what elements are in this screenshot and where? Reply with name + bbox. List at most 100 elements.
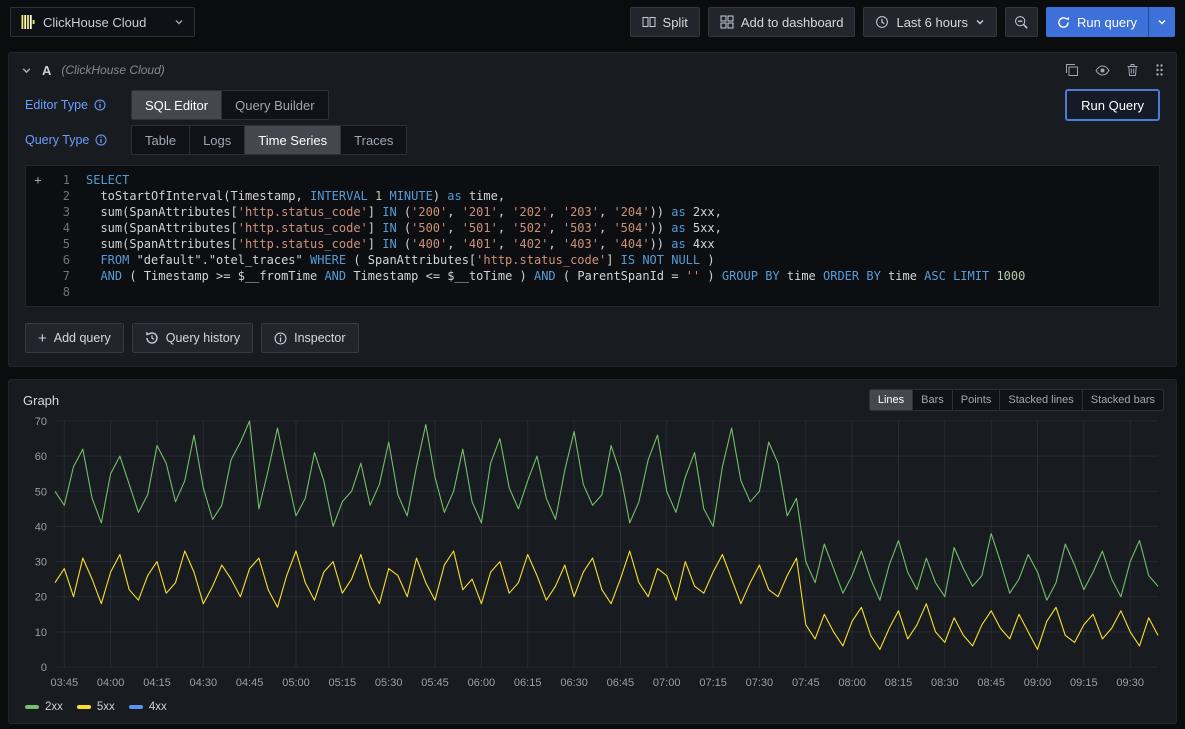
svg-text:04:45: 04:45 bbox=[236, 677, 264, 689]
editor-type-option-query-builder[interactable]: Query Builder bbox=[222, 91, 327, 119]
sql-line-8[interactable]: 8 bbox=[26, 284, 1159, 300]
sql-line-2[interactable]: 2 toStartOfInterval(Timestamp, INTERVAL … bbox=[26, 188, 1159, 204]
line-number: 3 bbox=[50, 204, 70, 220]
gutter bbox=[26, 252, 50, 268]
query-history-button[interactable]: Query history bbox=[132, 323, 253, 353]
graph-mode-bars[interactable]: Bars bbox=[913, 390, 953, 410]
split-label: Split bbox=[663, 15, 688, 30]
inspector-button[interactable]: Inspector bbox=[261, 323, 358, 353]
svg-text:60: 60 bbox=[35, 451, 47, 463]
query-ref-id: A bbox=[42, 63, 51, 78]
svg-text:03:45: 03:45 bbox=[51, 677, 79, 689]
svg-text:08:15: 08:15 bbox=[885, 677, 913, 689]
line-number: 2 bbox=[50, 188, 70, 204]
svg-text:07:15: 07:15 bbox=[699, 677, 727, 689]
chevron-down-icon bbox=[174, 17, 184, 27]
query-actions-row: +Add query Query history Inspector bbox=[9, 307, 1176, 366]
graph-mode-lines[interactable]: Lines bbox=[870, 390, 913, 410]
gutter-plus-icon[interactable]: + bbox=[26, 172, 50, 188]
editor-type-toggle: SQL EditorQuery Builder bbox=[131, 90, 329, 120]
svg-text:04:00: 04:00 bbox=[97, 677, 125, 689]
svg-text:50: 50 bbox=[35, 486, 47, 498]
graph-mode-stacked-lines[interactable]: Stacked lines bbox=[1000, 390, 1082, 410]
svg-text:09:15: 09:15 bbox=[1070, 677, 1098, 689]
add-query-button[interactable]: +Add query bbox=[25, 323, 124, 353]
sql-code-text: AND ( Timestamp >= $__fromTime AND Times… bbox=[86, 268, 1025, 284]
query-type-option-table[interactable]: Table bbox=[132, 126, 190, 154]
zoom-out-button[interactable] bbox=[1005, 7, 1038, 37]
editor-type-row: Editor Type SQL EditorQuery Builder Run … bbox=[9, 87, 1176, 123]
svg-text:70: 70 bbox=[35, 416, 47, 428]
gutter bbox=[26, 220, 50, 236]
add-to-dashboard-button[interactable]: Add to dashboard bbox=[708, 7, 856, 37]
datasource-name: ClickHouse Cloud bbox=[43, 15, 146, 30]
sql-line-4[interactable]: 4 sum(SpanAttributes['http.status_code']… bbox=[26, 220, 1159, 236]
legend-swatch bbox=[77, 705, 91, 709]
drag-handle-icon[interactable] bbox=[1155, 63, 1164, 77]
top-toolbar: ClickHouse Cloud Split Add to dashboard … bbox=[0, 0, 1185, 44]
sql-code-editor[interactable]: +1SELECT2 toStartOfInterval(Timestamp, I… bbox=[25, 165, 1160, 307]
legend-item-2xx[interactable]: 2xx bbox=[25, 701, 63, 713]
line-number: 4 bbox=[50, 220, 70, 236]
sql-line-1[interactable]: +1SELECT bbox=[26, 172, 1159, 188]
svg-text:08:30: 08:30 bbox=[931, 677, 959, 689]
legend-label: 5xx bbox=[97, 701, 115, 713]
time-range-picker[interactable]: Last 6 hours bbox=[863, 7, 997, 37]
line-number: 6 bbox=[50, 252, 70, 268]
duplicate-query-icon[interactable] bbox=[1065, 63, 1079, 77]
legend-swatch bbox=[129, 705, 143, 709]
query-row-header: A (ClickHouse Cloud) bbox=[9, 53, 1176, 87]
time-series-chart[interactable]: 01020304050607003:4504:0004:1504:3004:45… bbox=[21, 413, 1166, 699]
sql-line-3[interactable]: 3 sum(SpanAttributes['http.status_code']… bbox=[26, 204, 1159, 220]
run-query-main[interactable]: Run query bbox=[1046, 7, 1148, 37]
run-query-caret[interactable] bbox=[1148, 7, 1175, 37]
collapse-chevron-icon[interactable] bbox=[21, 65, 32, 76]
legend-item-5xx[interactable]: 5xx bbox=[77, 701, 115, 713]
clock-icon bbox=[875, 15, 889, 29]
editor-type-option-sql-editor[interactable]: SQL Editor bbox=[132, 91, 222, 119]
gutter bbox=[26, 236, 50, 252]
legend-label: 2xx bbox=[45, 701, 63, 713]
sql-line-6[interactable]: 6 FROM "default"."otel_traces" WHERE ( S… bbox=[26, 252, 1159, 268]
graph-mode-toggle: LinesBarsPointsStacked linesStacked bars bbox=[869, 389, 1164, 411]
graph-mode-stacked-bars[interactable]: Stacked bars bbox=[1083, 390, 1163, 410]
info-icon[interactable] bbox=[94, 99, 106, 111]
zoom-out-icon bbox=[1014, 15, 1029, 30]
svg-text:06:15: 06:15 bbox=[514, 677, 542, 689]
hide-query-eye-icon[interactable] bbox=[1095, 63, 1110, 78]
sql-code-text: FROM "default"."otel_traces" WHERE ( Spa… bbox=[86, 252, 715, 268]
sql-line-7[interactable]: 7 AND ( Timestamp >= $__fromTime AND Tim… bbox=[26, 268, 1159, 284]
panel-run-query-button[interactable]: Run Query bbox=[1065, 89, 1160, 121]
svg-text:05:45: 05:45 bbox=[421, 677, 449, 689]
svg-text:07:30: 07:30 bbox=[746, 677, 774, 689]
legend-item-4xx[interactable]: 4xx bbox=[129, 701, 167, 713]
svg-text:20: 20 bbox=[35, 592, 47, 604]
query-type-toggle: TableLogsTime SeriesTraces bbox=[131, 125, 407, 155]
query-type-option-logs[interactable]: Logs bbox=[190, 126, 245, 154]
run-query-button[interactable]: Run query bbox=[1046, 7, 1175, 37]
datasource-picker[interactable]: ClickHouse Cloud bbox=[10, 7, 195, 37]
graph-mode-points[interactable]: Points bbox=[953, 390, 1001, 410]
delete-query-trash-icon[interactable] bbox=[1126, 63, 1139, 77]
svg-text:0: 0 bbox=[41, 662, 47, 674]
svg-text:07:45: 07:45 bbox=[792, 677, 820, 689]
sql-line-5[interactable]: 5 sum(SpanAttributes['http.status_code']… bbox=[26, 236, 1159, 252]
graph-title: Graph bbox=[21, 393, 59, 408]
editor-type-label-wrap: Editor Type bbox=[25, 98, 121, 112]
panel-run-query-label: Run Query bbox=[1081, 98, 1144, 113]
query-type-option-time-series[interactable]: Time Series bbox=[245, 126, 341, 154]
gutter bbox=[26, 204, 50, 220]
svg-text:05:15: 05:15 bbox=[329, 677, 357, 689]
info-icon[interactable] bbox=[95, 134, 107, 146]
line-number: 7 bbox=[50, 268, 70, 284]
query-type-option-traces[interactable]: Traces bbox=[341, 126, 406, 154]
chevron-down-icon bbox=[975, 17, 985, 27]
svg-text:05:00: 05:00 bbox=[282, 677, 310, 689]
split-button[interactable]: Split bbox=[630, 7, 700, 37]
time-range-label: Last 6 hours bbox=[896, 15, 968, 30]
line-number: 8 bbox=[50, 284, 70, 300]
sql-code-text: sum(SpanAttributes['http.status_code'] I… bbox=[86, 220, 722, 236]
chevron-down-icon bbox=[1157, 17, 1167, 27]
query-type-row: Query Type TableLogsTime SeriesTraces bbox=[9, 123, 1176, 157]
chart-legend: 2xx 5xx 4xx bbox=[21, 699, 1164, 717]
